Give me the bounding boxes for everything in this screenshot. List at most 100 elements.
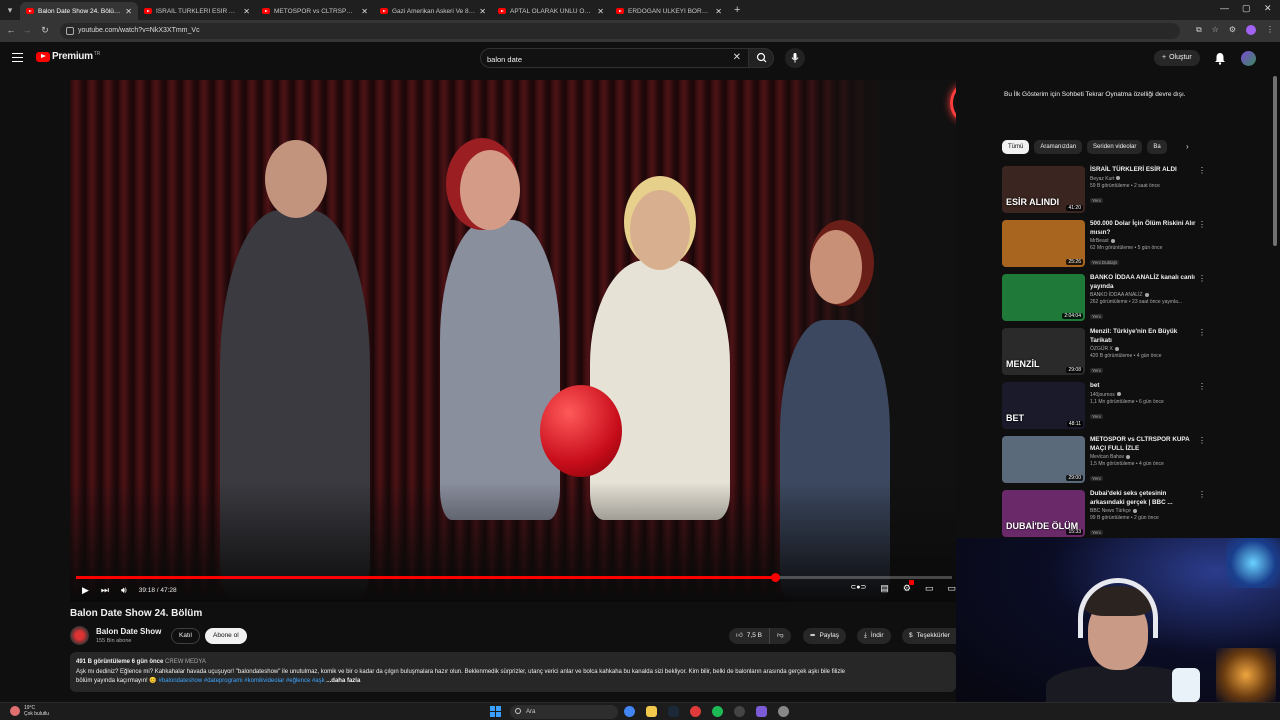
like-button[interactable]: 👍︎ 7,5 B (729, 628, 769, 644)
theater-mode-icon[interactable]: ▭ (947, 583, 956, 594)
reload-icon[interactable]: ↻ (36, 25, 54, 36)
browser-tab[interactable]: METOSPOR vs CLTRSPOR KUPA MAÇI ✕ (256, 2, 374, 20)
video-title[interactable]: 500.000 Dolar İçin Ölüm Riskini Alır mıs… (1090, 220, 1198, 237)
recommended-video[interactable]: 2:04:04 BANKO İDDAA ANALİZ kanalı canlı y… (1002, 272, 1208, 326)
subscribe-button[interactable]: Abone ol (205, 628, 247, 644)
autoplay-toggle-icon[interactable]: ⊂●⊃ (850, 583, 866, 594)
more-actions-icon[interactable]: ⋮ (1198, 328, 1206, 337)
settings-icon[interactable] (778, 706, 789, 717)
filter-chip[interactable]: Ba (1147, 140, 1167, 154)
video-player[interactable] (70, 80, 956, 602)
channel-name[interactable]: 140journos (1090, 392, 1115, 398)
more-actions-icon[interactable]: ⋮ (1198, 220, 1206, 229)
video-thumbnail[interactable]: MENZİL 29:08 (1002, 328, 1085, 375)
recommended-video[interactable]: 25:26 500.000 Dolar İçin Ölüm Riskini Alı… (1002, 218, 1208, 272)
download-button[interactable]: ⤓ İndir (857, 628, 891, 644)
video-thumbnail[interactable]: DUBAİ'DE ÖLÜM 15:33 (1002, 490, 1085, 537)
voice-search-button[interactable] (785, 48, 805, 68)
extensions-icon[interactable]: ⚙ (1229, 25, 1236, 35)
description-box[interactable]: 491 B görüntüleme 6 gün önce CREW MEDYA … (70, 652, 956, 692)
channel-name[interactable]: ÖZGÜR X (1090, 346, 1113, 352)
volume-icon[interactable]: 🔊︎ (121, 585, 127, 596)
hamburger-menu-icon[interactable] (12, 53, 23, 62)
recommended-video[interactable]: ESİR ALINDI 41:20 İSRAİL TÜRKLERİ ESİR ALD… (1002, 164, 1208, 218)
url-bar[interactable]: youtube.com/watch?v=NkX3XTmm_Vc (60, 23, 1180, 39)
channel-name[interactable]: BBC News Türkçe (1090, 508, 1131, 514)
browser-tab[interactable]: Gazi Amerikan Askeri Ve 8 Polis ✕ (374, 2, 492, 20)
tab-close-icon[interactable]: ✕ (597, 7, 604, 16)
settings-gear-icon[interactable]: ⚙ (903, 580, 914, 594)
tab-close-icon[interactable]: ✕ (361, 7, 368, 16)
show-more-link[interactable]: ...daha fazla (325, 678, 360, 684)
more-actions-icon[interactable]: ⋮ (1198, 490, 1206, 499)
video-thumbnail[interactable]: BET 48:11 (1002, 382, 1085, 429)
bookmark-star-icon[interactable]: ☆ (1212, 25, 1219, 35)
more-actions-icon[interactable]: ⋮ (1198, 166, 1206, 175)
search-button[interactable] (748, 48, 774, 68)
tab-close-icon[interactable]: ✕ (243, 7, 250, 16)
video-title[interactable]: İSRAİL TÜRKLERİ ESİR ALDI (1090, 166, 1198, 175)
channel-name[interactable]: Beyaz Kurt (1090, 176, 1114, 182)
tab-close-icon[interactable]: ✕ (715, 7, 722, 16)
spotify-icon[interactable] (712, 706, 723, 717)
share-button[interactable]: ➦ Paylaş (803, 628, 846, 644)
browser-tab[interactable]: ERDOĞAN ÜLKEYİ BORCA SOKTU ✕ (610, 2, 728, 20)
browser-tab[interactable]: APTAL OLARAK ÜNLÜ OLMAK ✕ (492, 2, 610, 20)
search-input[interactable] (481, 50, 721, 69)
more-actions-icon[interactable]: ⋮ (1198, 436, 1206, 445)
tab-close-icon[interactable]: ✕ (479, 7, 486, 16)
miniplayer-icon[interactable]: ▭ (925, 583, 934, 594)
video-title[interactable]: bet (1090, 382, 1198, 391)
browser-tab[interactable]: İSRAİL TÜRKLERİ ESİR ALDI - YouTube ✕ (138, 2, 256, 20)
video-thumbnail[interactable]: 25:26 (1002, 220, 1085, 267)
file-explorer-icon[interactable] (646, 706, 657, 717)
site-info-icon[interactable] (66, 27, 74, 35)
video-title[interactable]: METOSPOR vs CLTRSPOR KUPA MAÇI FULL İZLE (1090, 436, 1198, 453)
subtitles-icon[interactable]: ▤ (880, 583, 889, 594)
join-button[interactable]: Katıl (171, 628, 201, 644)
close-window-icon[interactable]: ✕ (1264, 3, 1272, 14)
user-avatar[interactable] (1241, 51, 1256, 66)
video-title[interactable]: BANKO İDDAA ANALİZ kanalı canlı yayında (1090, 274, 1198, 291)
more-actions-icon[interactable]: ⋮ (1198, 274, 1206, 283)
windows-start-icon[interactable] (490, 706, 501, 717)
opera-icon[interactable] (690, 706, 701, 717)
app-icon[interactable] (734, 706, 745, 717)
tab-close-icon[interactable]: ✕ (125, 7, 132, 16)
description-hashtags[interactable]: #balondateshow #dateprogrami #komikvideo… (159, 678, 325, 684)
tab-search-icon[interactable]: ▾ (0, 0, 20, 20)
profile-avatar[interactable] (1246, 25, 1256, 35)
chrome-icon[interactable] (624, 706, 635, 717)
channel-name[interactable]: Balon Date Show (96, 627, 161, 636)
recommended-video[interactable]: BET 48:11 bet 140journos 1,1 Mn görüntüleme … (1002, 380, 1208, 434)
recommended-video[interactable]: DUBAİ'DE ÖLÜM 15:33 Dubai'deki seks çetesi… (1002, 488, 1208, 542)
create-button[interactable]: + Oluştur (1154, 50, 1200, 66)
video-title[interactable]: Dubai'deki seks çetesinin arkasındaki ge… (1090, 490, 1198, 507)
weather-widget[interactable]: 19°C Çok bulutlu (10, 705, 49, 717)
channel-name[interactable]: MrBeast (1090, 238, 1109, 244)
thanks-button[interactable]: $ Teşekkürler (902, 628, 957, 644)
install-icon[interactable]: ⧉ (1196, 25, 1202, 35)
play-icon[interactable]: ▶ (82, 585, 89, 596)
clear-search-icon[interactable]: ✕ (733, 52, 741, 63)
notifications-bell-icon[interactable] (1214, 52, 1226, 65)
video-thumbnail[interactable]: 29:00 (1002, 436, 1085, 483)
forward-icon[interactable]: → (18, 25, 36, 35)
video-thumbnail[interactable]: 2:04:04 (1002, 274, 1085, 321)
new-tab-button[interactable]: + (734, 4, 740, 16)
next-video-icon[interactable]: ⏭ (101, 585, 109, 596)
recommended-video[interactable]: 29:00 METOSPOR vs CLTRSPOR KUPA MAÇI FULL… (1002, 434, 1208, 488)
more-actions-icon[interactable]: ⋮ (1198, 382, 1206, 391)
filter-chip[interactable]: Seriden videolar (1087, 140, 1143, 154)
dislike-button[interactable]: 👎︎ (768, 628, 791, 644)
app-icon[interactable] (756, 706, 767, 717)
channel-name[interactable]: Mevlcan Bahav (1090, 454, 1124, 460)
youtube-premium-logo[interactable]: Premium TR (36, 51, 100, 62)
maximize-icon[interactable]: ▢ (1242, 3, 1251, 14)
recommended-video[interactable]: MENZİL 29:08 Menzil: Türkiye'nin En Büyük … (1002, 326, 1208, 380)
filter-chip[interactable]: Aramanızdan (1034, 140, 1083, 154)
channel-name[interactable]: BANKO İDDAA ANALİZ (1090, 292, 1143, 298)
page-scrollbar[interactable] (1273, 76, 1277, 246)
search-box[interactable]: ✕ (480, 48, 750, 69)
browser-tab[interactable]: Balon Date Show 24. Bölüm - YouTube ✕ (20, 2, 138, 20)
